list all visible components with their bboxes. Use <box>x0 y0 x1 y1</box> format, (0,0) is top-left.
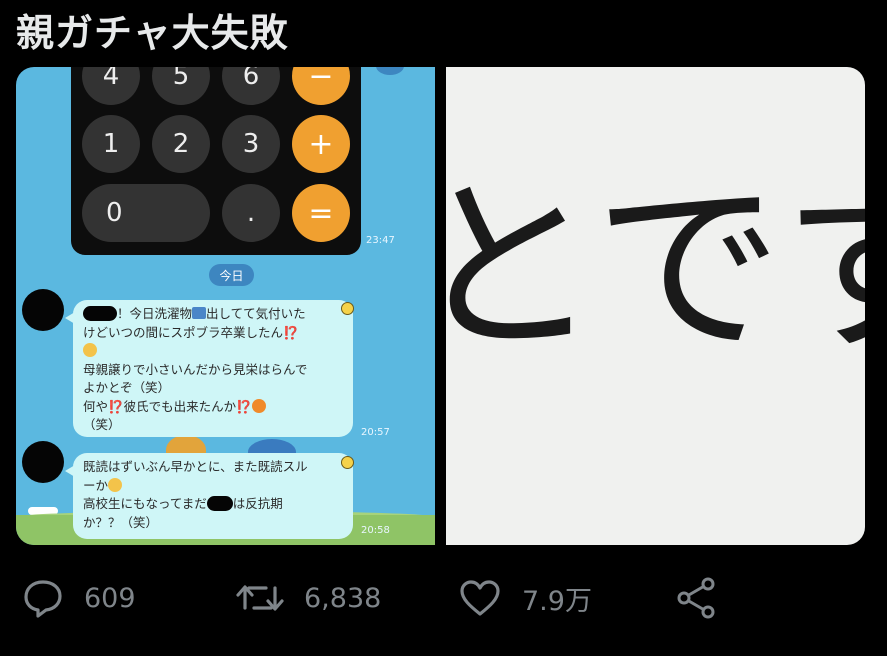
zoomed-text: とです <box>446 159 865 378</box>
reply-count: 609 <box>84 582 136 614</box>
message-time: 23:47 <box>366 235 395 246</box>
angry-face-icon <box>251 398 266 413</box>
chat-message-bubble: 既読はずいぶん早かとに、また既読スル ーか 高校生にもなってまだ は反抗期 か？？… <box>65 453 353 539</box>
calc-key: 3 <box>222 115 280 173</box>
message-time: 20:57 <box>361 427 390 438</box>
calc-key: 4 <box>82 67 140 105</box>
calc-key: 1 <box>82 115 140 173</box>
sender-avatar <box>22 441 64 483</box>
retweet-button[interactable]: 6,838 <box>236 570 381 626</box>
calculator-screenshot: 4 5 6 − 1 2 3 + 0 . = <box>71 67 361 255</box>
zoomed-text-image[interactable]: とです <box>446 67 865 545</box>
date-divider: 今日 <box>209 264 254 286</box>
calc-key: = <box>292 184 350 242</box>
chat-screenshot-image[interactable]: 4 5 6 − 1 2 3 + 0 . = 23:47 今日 ！今日洗濯物 出して… <box>16 67 435 545</box>
bee-icon <box>341 302 354 315</box>
calc-key: . <box>222 184 280 242</box>
retweet-count: 6,838 <box>304 582 382 614</box>
like-icon <box>460 580 500 616</box>
reply-icon <box>24 580 62 618</box>
calc-key: 2 <box>152 115 210 173</box>
redaction-mark <box>206 496 233 511</box>
post-title: 親ガチャ大失敗 <box>16 11 289 55</box>
sender-avatar <box>22 289 64 331</box>
bee-icon <box>341 456 354 469</box>
calc-key: − <box>292 67 350 105</box>
calc-key: 0 <box>82 184 210 242</box>
share-button[interactable] <box>675 570 739 626</box>
share-icon <box>677 577 715 619</box>
media-grid[interactable]: 4 5 6 − 1 2 3 + 0 . = 23:47 今日 ！今日洗濯物 出して… <box>16 67 865 545</box>
like-count: 7.9万 <box>522 585 592 617</box>
tweet-action-bar: 609 6,838 7.9万 <box>0 570 887 626</box>
calc-key: 5 <box>152 67 210 105</box>
chat-avatar-small <box>376 67 404 75</box>
shirt-emoji-icon <box>192 307 207 319</box>
chat-message-bubble: ！今日洗濯物 出してて気付いた けどいつの間にスポブラ卒業したん⁉️ 母親譲りで小… <box>65 300 353 437</box>
reply-button[interactable]: 609 <box>22 570 136 626</box>
redaction-mark <box>83 306 117 321</box>
retweet-icon <box>236 585 284 611</box>
message-time: 20:58 <box>361 525 390 536</box>
zany-face-icon <box>108 477 123 492</box>
calc-key: 6 <box>222 67 280 105</box>
flushed-face-icon <box>83 343 97 357</box>
calc-key: + <box>292 115 350 173</box>
like-button[interactable]: 7.9万 <box>458 570 592 626</box>
